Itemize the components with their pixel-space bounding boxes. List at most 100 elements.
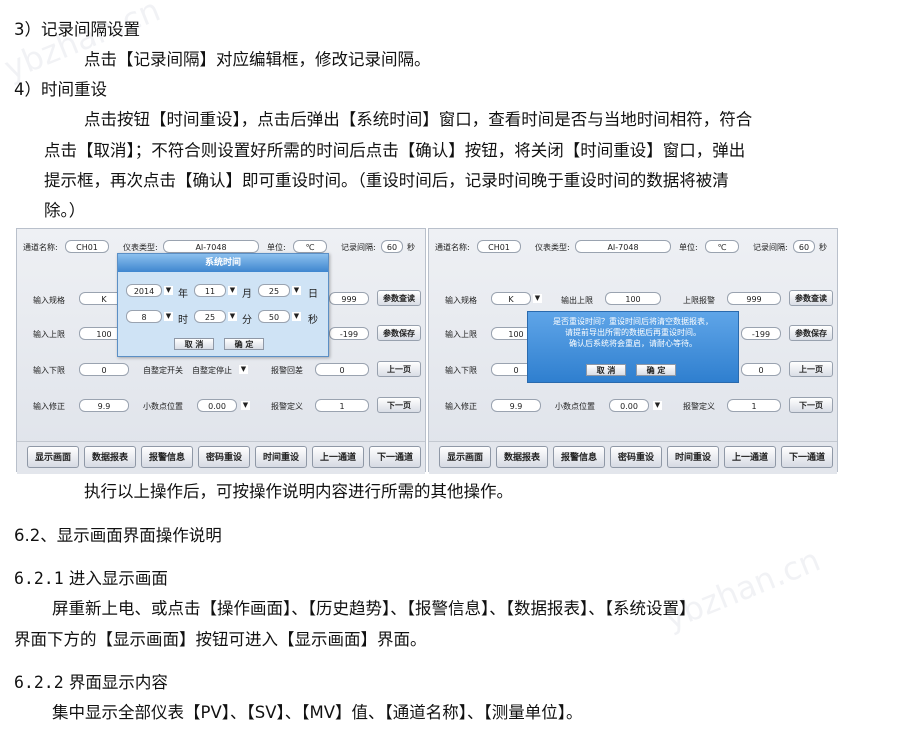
time-dialog-cancel-button[interactable]: 取 消 bbox=[174, 338, 214, 350]
screenshot-panel-left: 通道名称: CH01 仪表类型: AI-7048 单位: ℃ 记录间隔: 60 … bbox=[16, 228, 426, 474]
second-dropdown-icon[interactable]: ▼ bbox=[292, 312, 301, 321]
section-6-2-2-heading: 6.2.2 界面显示内容 bbox=[14, 671, 168, 695]
alarm-info-button[interactable]: 报警信息 bbox=[553, 446, 605, 468]
day-dropdown-icon[interactable]: ▼ bbox=[292, 286, 301, 295]
password-reset-button[interactable]: 密码重设 bbox=[198, 446, 250, 468]
section-3-body: 点击【记录间隔】对应编辑框，修改记录间隔。 bbox=[84, 50, 431, 69]
confirm-message-line-1: 是否重设时间？重设时间后将清空数据报表， bbox=[553, 317, 713, 326]
lower-alarm-field[interactable]: -199 bbox=[329, 327, 369, 340]
month-field[interactable]: 11 bbox=[194, 284, 226, 297]
prev-channel-button[interactable]: 上一通道 bbox=[312, 446, 364, 468]
input-spec-label: 输入规格 bbox=[445, 296, 477, 305]
section-4-line-3: 提示框，再次点击【确认】即可重设时间。（重设时间后，记录时间晚于重设时间的数据将… bbox=[44, 171, 729, 190]
time-reset-button[interactable]: 时间重设 bbox=[667, 446, 719, 468]
alarm-def-label: 报警定义 bbox=[271, 402, 303, 411]
data-report-button[interactable]: 数据报表 bbox=[496, 446, 548, 468]
right-lower-field[interactable]: 0 bbox=[741, 363, 781, 376]
hour-dropdown-icon[interactable]: ▼ bbox=[164, 312, 173, 321]
unit-field[interactable]: ℃ bbox=[705, 240, 739, 253]
prev-page-button[interactable]: 上一页 bbox=[789, 361, 833, 377]
hour-unit: 时 bbox=[178, 315, 188, 326]
lower-alarm-field[interactable]: -199 bbox=[741, 327, 781, 340]
display-screen-button[interactable]: 显示画面 bbox=[439, 446, 491, 468]
watermark: ybzhan.cn bbox=[658, 540, 826, 638]
next-page-button[interactable]: 下一页 bbox=[789, 397, 833, 413]
decimal-field[interactable]: 0.00 bbox=[609, 399, 649, 412]
channel-name-field[interactable]: CH01 bbox=[65, 240, 109, 253]
input-upper-label: 输入上限 bbox=[33, 330, 65, 339]
second-unit: 秒 bbox=[308, 315, 318, 326]
system-time-dialog: 系统时间 2014 ▼ 年 11 ▼ 月 25 ▼ 日 8 ▼ 时 25 ▼ 分… bbox=[117, 253, 329, 357]
input-correct-label: 输入修正 bbox=[33, 402, 65, 411]
upper-alarm-field[interactable]: 999 bbox=[727, 292, 781, 305]
decimal-label: 小数点位置 bbox=[555, 402, 595, 411]
section-6-2-1-line-2: 界面下方的【显示画面】按钮可进入【显示画面】界面。 bbox=[14, 630, 427, 649]
time-dialog-confirm-button[interactable]: 确 定 bbox=[224, 338, 264, 350]
channel-name-field[interactable]: CH01 bbox=[477, 240, 521, 253]
decimal-dropdown-icon[interactable]: ▼ bbox=[653, 401, 662, 410]
query-params-button[interactable]: 参数查读 bbox=[377, 290, 421, 306]
meter-type-field[interactable]: AI-7048 bbox=[163, 240, 259, 253]
record-interval-field[interactable]: 60 bbox=[793, 240, 815, 253]
section-4-line-2: 点击【取消】；不符合则设置好所需的时间后点击【确认】按钮，将关闭【时间重设】窗口… bbox=[44, 141, 746, 160]
next-page-button[interactable]: 下一页 bbox=[377, 397, 421, 413]
input-spec-dropdown-icon[interactable]: ▼ bbox=[533, 294, 542, 303]
save-params-button[interactable]: 参数保存 bbox=[377, 325, 421, 341]
self-tune-dropdown-icon[interactable]: ▼ bbox=[239, 365, 248, 374]
input-lower-field[interactable]: 0 bbox=[79, 363, 129, 376]
record-interval-field[interactable]: 60 bbox=[381, 240, 403, 253]
alarm-return-field[interactable]: 0 bbox=[315, 363, 369, 376]
section-4-line-1: 点击按钮【时间重设】，点击后弹出【系统时间】窗口，查看时间是否与当地时间相符，符… bbox=[84, 110, 753, 129]
self-tune-label: 自整定开关 bbox=[143, 366, 183, 375]
system-time-dialog-title: 系统时间 bbox=[118, 254, 328, 272]
decimal-dropdown-icon[interactable]: ▼ bbox=[241, 401, 250, 410]
input-spec-field[interactable]: K bbox=[491, 292, 531, 305]
unit-label: 单位: bbox=[679, 243, 698, 252]
time-reset-button[interactable]: 时间重设 bbox=[255, 446, 307, 468]
confirm-message-line-2: 请提前导出所需的数据后再重设时间。 bbox=[565, 328, 701, 337]
alarm-def-field[interactable]: 1 bbox=[315, 399, 369, 412]
save-params-button[interactable]: 参数保存 bbox=[789, 325, 833, 341]
section-6-2-2-body: 集中显示全部仪表【PV】、【SV】、【MV】值、【通道名称】、【测量单位】。 bbox=[52, 703, 583, 722]
display-screen-button[interactable]: 显示画面 bbox=[27, 446, 79, 468]
section-6-2-2-title: 界面显示内容 bbox=[68, 673, 168, 692]
decimal-field[interactable]: 0.00 bbox=[197, 399, 237, 412]
self-tune-value[interactable]: 自整定停止 bbox=[192, 365, 232, 376]
section-6-2-1-number: 6.2.1 bbox=[14, 569, 64, 588]
input-spec-label: 输入规格 bbox=[33, 296, 65, 305]
prev-page-button[interactable]: 上一页 bbox=[377, 361, 421, 377]
meter-type-field[interactable]: AI-7048 bbox=[575, 240, 671, 253]
prev-channel-button[interactable]: 上一通道 bbox=[724, 446, 776, 468]
minute-field[interactable]: 25 bbox=[194, 310, 226, 323]
upper-alarm-field[interactable]: 999 bbox=[329, 292, 369, 305]
alarm-def-field[interactable]: 1 bbox=[727, 399, 781, 412]
record-interval-label: 记录间隔: bbox=[341, 243, 376, 252]
next-channel-button[interactable]: 下一通道 bbox=[369, 446, 421, 468]
data-report-button[interactable]: 数据报表 bbox=[84, 446, 136, 468]
decimal-label: 小数点位置 bbox=[143, 402, 183, 411]
reset-time-confirm-dialog: 是否重设时间？重设时间后将清空数据报表， 请提前导出所需的数据后再重设时间。 确… bbox=[527, 311, 739, 383]
day-unit: 日 bbox=[308, 289, 318, 300]
input-correct-field[interactable]: 9.9 bbox=[79, 399, 129, 412]
section-6-2-heading: 6.2、显示画面界面操作说明 bbox=[14, 526, 222, 545]
year-field[interactable]: 2014 bbox=[126, 284, 162, 297]
unit-field[interactable]: ℃ bbox=[293, 240, 327, 253]
input-lower-label: 输入下限 bbox=[33, 366, 65, 375]
confirm-dialog-confirm-button[interactable]: 确 定 bbox=[636, 364, 676, 376]
confirm-dialog-cancel-button[interactable]: 取 消 bbox=[586, 364, 626, 376]
meter-type-label: 仪表类型: bbox=[535, 243, 570, 252]
second-field[interactable]: 50 bbox=[258, 310, 290, 323]
year-dropdown-icon[interactable]: ▼ bbox=[164, 286, 173, 295]
next-channel-button[interactable]: 下一通道 bbox=[781, 446, 833, 468]
query-params-button[interactable]: 参数查读 bbox=[789, 290, 833, 306]
alarm-def-label: 报警定义 bbox=[683, 402, 715, 411]
day-field[interactable]: 25 bbox=[258, 284, 290, 297]
password-reset-button[interactable]: 密码重设 bbox=[610, 446, 662, 468]
upper-alarm-label: 上限报警 bbox=[683, 296, 715, 305]
input-correct-field[interactable]: 9.9 bbox=[491, 399, 541, 412]
minute-dropdown-icon[interactable]: ▼ bbox=[228, 312, 237, 321]
alarm-info-button[interactable]: 报警信息 bbox=[141, 446, 193, 468]
month-dropdown-icon[interactable]: ▼ bbox=[228, 286, 237, 295]
hour-field[interactable]: 8 bbox=[126, 310, 162, 323]
output-upper-field[interactable]: 100 bbox=[605, 292, 661, 305]
